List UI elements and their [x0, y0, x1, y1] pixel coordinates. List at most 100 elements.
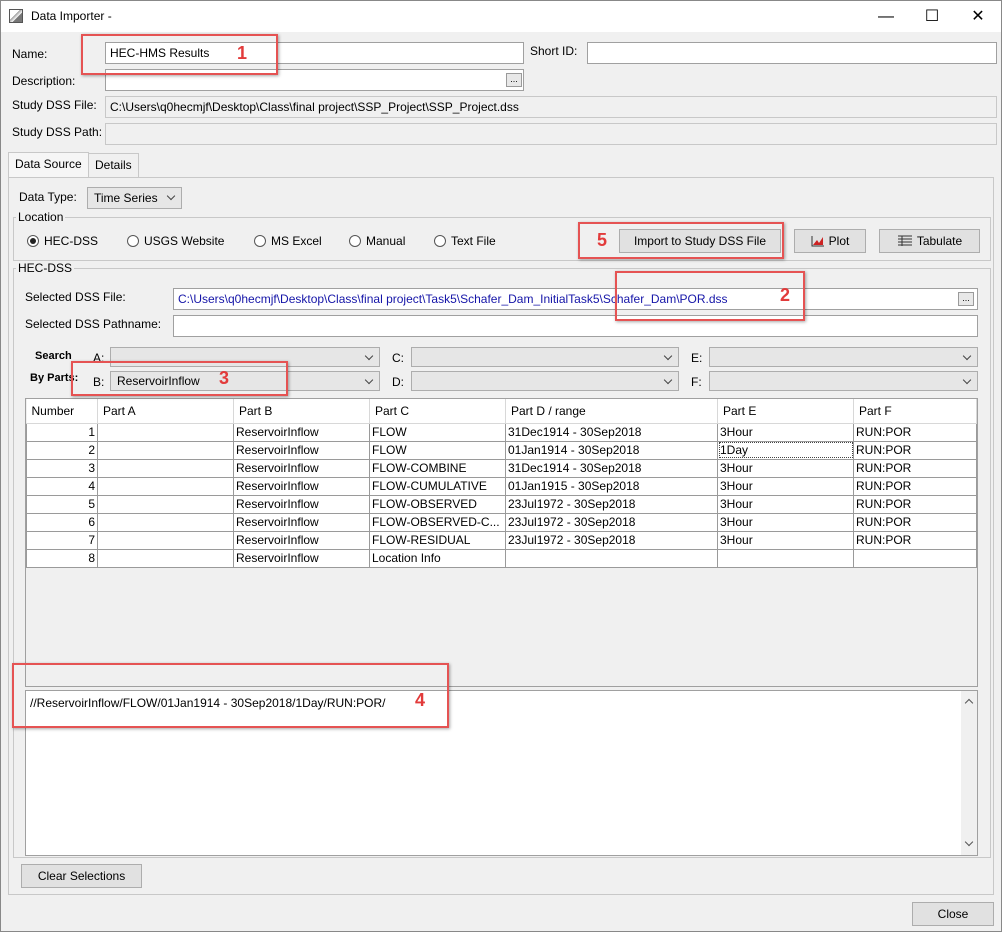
table-cell: FLOW [369, 422, 506, 442]
table-cell: FLOW-CUMULATIVE [369, 476, 506, 496]
part-d-select[interactable] [411, 371, 679, 391]
annotation-number-2: 2 [780, 285, 791, 305]
study-dss-path-field [105, 123, 997, 145]
table-cell: FLOW-OBSERVED [369, 494, 506, 514]
pathname-table: Number Part A Part B Part C Part D / ran… [25, 398, 978, 687]
search-label: Search [35, 350, 72, 362]
table-cell: FLOW-COMBINE [369, 458, 506, 478]
table-cell: 3Hour [717, 494, 854, 514]
table-cell: 5 [26, 494, 98, 514]
table-row[interactable]: 1 ReservoirInflow FLOW 31Dec1914 - 30Sep… [26, 422, 977, 442]
table-cell: 8 [26, 548, 98, 568]
maximize-button[interactable]: ☐ [909, 1, 955, 32]
data-type-label: Data Type: [19, 190, 77, 204]
column-header-number[interactable]: Number [26, 399, 98, 424]
table-cell: FLOW-RESIDUAL [369, 530, 506, 550]
plot-button[interactable]: Plot [794, 229, 866, 253]
table-cell: RUN:POR [853, 494, 977, 514]
short-id-label: Short ID: [530, 44, 578, 58]
radio-ms-excel[interactable] [254, 235, 266, 247]
radio-usgs-website-label: USGS Website [144, 234, 225, 248]
description-browse-button[interactable]: ... [506, 73, 522, 87]
table-cell: ReservoirInflow [233, 548, 370, 568]
table-cell: 23Jul1972 - 30Sep2018 [505, 530, 718, 550]
chevron-down-icon [963, 352, 973, 362]
table-cell: ReservoirInflow [233, 476, 370, 496]
close-button[interactable]: Close [912, 902, 994, 926]
annotation-number-4: 4 [415, 690, 426, 710]
radio-usgs-website[interactable] [127, 235, 139, 247]
scroll-up-icon[interactable] [965, 697, 973, 705]
radio-text-file[interactable] [434, 235, 446, 247]
table-cell: 1 [26, 422, 98, 442]
table-row[interactable]: 2 ReservoirInflow FLOW 01Jan1914 - 30Sep… [26, 440, 977, 460]
table-cell: RUN:POR [853, 512, 977, 532]
close-window-button[interactable]: ✕ [955, 1, 1001, 32]
window-title: Data Importer - [31, 9, 112, 23]
table-cell [97, 440, 234, 460]
chevron-down-icon [365, 376, 375, 386]
pathname-grid: Number Part A Part B Part C Part D / ran… [26, 399, 977, 568]
table-row[interactable]: 8 ReservoirInflow Location Info [26, 548, 977, 568]
data-type-select[interactable]: Time Series [87, 187, 182, 209]
table-cell: 3Hour [717, 458, 854, 478]
part-f-select[interactable] [709, 371, 978, 391]
annotation-box-3 [71, 361, 288, 396]
part-c-select[interactable] [411, 347, 679, 367]
short-id-field[interactable] [587, 42, 997, 64]
table-cell: 23Jul1972 - 30Sep2018 [505, 512, 718, 532]
selected-dss-file-field[interactable]: C:\Users\q0hecmjf\Desktop\Class\final pr… [173, 288, 978, 310]
table-row[interactable]: 3 ReservoirInflow FLOW-COMBINE 31Dec1914… [26, 458, 977, 478]
column-header-part-a[interactable]: Part A [97, 399, 234, 424]
table-cell: 4 [26, 476, 98, 496]
table-cell: 3Hour [717, 476, 854, 496]
vertical-scrollbar[interactable] [961, 691, 977, 855]
table-cell: FLOW [369, 440, 506, 460]
table-row[interactable]: 5 ReservoirInflow FLOW-OBSERVED 23Jul197… [26, 494, 977, 514]
column-header-part-e[interactable]: Part E [717, 399, 854, 424]
radio-hec-dss[interactable] [27, 235, 39, 247]
table-row[interactable]: 6 ReservoirInflow FLOW-OBSERVED-C... 23J… [26, 512, 977, 532]
table-icon [897, 235, 912, 246]
tab-details[interactable]: Details [88, 153, 139, 177]
table-cell: ReservoirInflow [233, 440, 370, 460]
table-cell [97, 494, 234, 514]
minimize-button[interactable]: — [863, 1, 909, 32]
column-header-part-d[interactable]: Part D / range [505, 399, 718, 424]
tabulate-button[interactable]: Tabulate [879, 229, 980, 253]
table-cell [505, 548, 718, 568]
table-cell: 23Jul1972 - 30Sep2018 [505, 494, 718, 514]
table-cell: 3Hour [717, 512, 854, 532]
radio-hec-dss-label: HEC-DSS [44, 234, 99, 248]
dss-file-browse-button[interactable]: ... [958, 292, 974, 306]
plot-icon [811, 236, 824, 247]
plot-button-label: Plot [828, 234, 850, 248]
radio-manual[interactable] [349, 235, 361, 247]
column-header-part-c[interactable]: Part C [369, 399, 506, 424]
table-cell: ReservoirInflow [233, 530, 370, 550]
table-cell: ReservoirInflow [233, 422, 370, 442]
table-row[interactable]: 4 ReservoirInflow FLOW-CUMULATIVE 01Jan1… [26, 476, 977, 496]
table-row[interactable]: 7 ReservoirInflow FLOW-RESIDUAL 23Jul197… [26, 530, 977, 550]
table-cell: ReservoirInflow [233, 494, 370, 514]
table-cell: RUN:POR [853, 476, 977, 496]
annotation-number-1: 1 [237, 43, 248, 63]
table-cell [97, 476, 234, 496]
column-header-part-b[interactable]: Part B [233, 399, 370, 424]
radio-ms-excel-label: MS Excel [271, 234, 322, 248]
scroll-down-icon[interactable] [965, 839, 973, 847]
annotation-box-4 [12, 663, 449, 728]
table-cell: RUN:POR [853, 458, 977, 478]
selected-dss-pathname-field[interactable] [173, 315, 978, 337]
tab-data-source[interactable]: Data Source [8, 152, 89, 177]
chevron-down-icon [963, 376, 973, 386]
title-bar: Data Importer - — ☐ ✕ [1, 1, 1001, 32]
annotation-box-5 [578, 222, 784, 259]
column-header-part-f[interactable]: Part F [853, 399, 977, 424]
table-cell: 6 [26, 512, 98, 532]
table-cell: Location Info [369, 548, 506, 568]
part-e-select[interactable] [709, 347, 978, 367]
table-cell [97, 458, 234, 478]
clear-selections-button[interactable]: Clear Selections [21, 864, 142, 888]
selected-dss-pathname-label: Selected DSS Pathname: [25, 317, 162, 331]
